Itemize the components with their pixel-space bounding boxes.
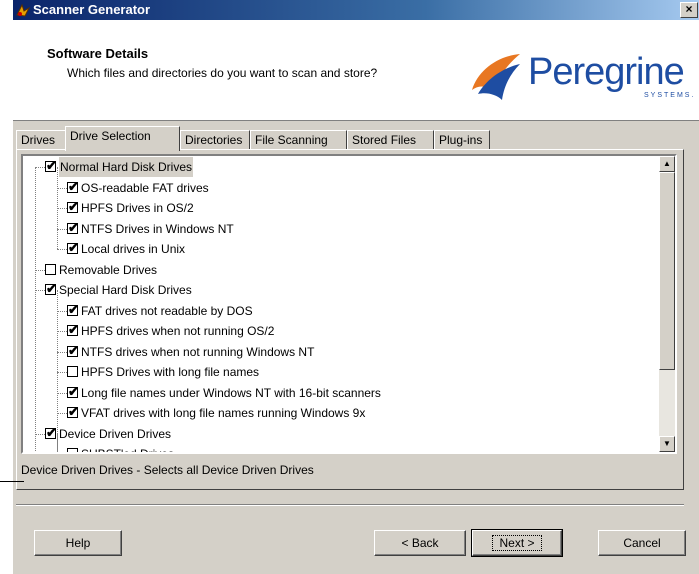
tree-connector [57,413,67,414]
tree-root-connector [35,167,36,452]
drive-tree[interactable]: Normal Hard Disk Drives OS-readable FAT d… [21,154,677,454]
tree-item-label: Normal Hard Disk Drives [59,157,194,177]
tree-connector [57,249,67,250]
drive-checkbox[interactable] [67,218,79,238]
tree-child-item[interactable]: HPFS drives when not running OS/2 [23,320,643,341]
next-button-label: Next > [492,535,542,551]
tree-connector [57,392,67,394]
tree-connector [57,310,67,312]
title-bar[interactable]: Scanner Generator × [13,0,699,20]
tree-item-label: SUBST'ed Drives [81,444,174,452]
tree-parent-item[interactable]: Normal Hard Disk Drives [23,156,643,177]
logo-tagline: SYSTEMS. [644,92,696,99]
scroll-down-icon[interactable]: ▼ [659,436,675,452]
drive-checkbox[interactable] [67,402,79,422]
drive-checkbox[interactable] [45,263,56,275]
tree-parent-item[interactable]: Removable Drives [23,260,643,280]
tree-item-label: Device Driven Drives [59,426,172,441]
separator [16,504,684,506]
drive-checkbox[interactable] [67,341,79,361]
wizard-header: Software Details Which files and directo… [13,20,699,121]
tree-item-label: Local drives in Unix [81,242,186,256]
close-button[interactable]: × [680,2,698,18]
page-title: Software Details [47,46,149,61]
back-button-label: < Back [401,536,439,550]
tree-connector [35,269,45,271]
tree-child-item[interactable]: FAT drives not readable by DOS [23,300,643,321]
scroll-up-icon[interactable]: ▲ [659,156,675,172]
tree-parent-item[interactable]: Special Hard Disk Drives [23,279,643,300]
peregrine-swoosh-icon [472,54,520,100]
tab-stored-files[interactable]: Stored Files [347,130,434,150]
tree-item-label: HPFS Drives in OS/2 [81,201,194,215]
drive-checkbox[interactable] [67,320,79,340]
drive-checkbox[interactable] [67,300,79,320]
vertical-scrollbar[interactable]: ▲ ▼ [659,156,675,452]
drive-checkbox[interactable] [45,423,57,443]
help-button-label: Help [65,536,91,550]
tree-parent-item[interactable]: Device Driven Drives [23,423,643,444]
cancel-button[interactable]: Cancel [598,530,686,556]
drive-checkbox[interactable] [67,366,78,377]
tree-item-label: NTFS Drives in Windows NT [81,221,234,236]
tab-file-scanning[interactable]: File Scanning [250,130,347,150]
tree-item-label: HPFS drives when not running OS/2 [81,324,275,338]
app-icon [16,3,31,17]
tab-directories[interactable]: Directories [180,130,250,150]
tree-item-label: Long file names under Windows NT with 16… [81,385,381,400]
tree-item-label: VFAT drives with long file names running… [81,406,366,420]
tree-connector [35,290,45,291]
tree-branch-connector [57,167,58,249]
logo-wordmark: Peregrine [528,51,685,93]
tree-item-label: NTFS drives when not running Windows NT [81,344,315,359]
status-description: Device Driven Drives - Selects all Devic… [21,463,314,477]
tree-connector [57,351,67,353]
tree-connector [57,372,67,373]
tree-connector [57,208,67,209]
help-button[interactable]: Help [34,530,122,556]
tree-branch-connector [57,290,58,452]
drive-checkbox[interactable] [45,279,57,299]
tree-child-item[interactable]: Local drives in Unix [23,238,643,259]
drive-checkbox[interactable] [67,177,79,197]
tree-item-label: FAT drives not readable by DOS [81,303,253,318]
drive-tree-items: Normal Hard Disk Drives OS-readable FAT d… [23,156,659,452]
tree-child-item[interactable]: HPFS Drives in OS/2 [23,197,643,218]
cancel-button-label: Cancel [623,536,661,550]
tree-child-item[interactable]: NTFS Drives in Windows NT [23,218,643,239]
drive-checkbox[interactable] [67,197,79,217]
tree-branch-connector [57,433,58,452]
tab-plug-ins[interactable]: Plug-ins [434,130,490,150]
tree-connector [35,167,45,168]
peregrine-logo: Peregrine SYSTEMS. [468,50,698,102]
tree-item-label: HPFS Drives with long file names [81,365,260,379]
next-button[interactable]: Next > [471,529,563,557]
tree-child-item[interactable]: NTFS drives when not running Windows NT [23,341,643,362]
scroll-thumb[interactable] [659,172,675,370]
page-subtitle: Which files and directories do you want … [67,66,378,80]
tree-child-item[interactable]: OS-readable FAT drives [23,177,643,198]
window-title: Scanner Generator [33,2,151,17]
tree-item-label: OS-readable FAT drives [81,180,209,195]
drive-checkbox[interactable] [45,156,57,176]
tree-connector [57,228,67,230]
tree-connector [57,331,67,332]
tab-drives[interactable]: Drives [16,130,66,150]
tree-item-label: Special Hard Disk Drives [59,283,192,297]
tree-item-label: Removable Drives [59,262,158,277]
tree-child-item[interactable]: HPFS Drives with long file names [23,362,643,382]
drive-checkbox[interactable] [67,238,79,258]
tree-child-item[interactable]: SUBST'ed Drives [23,444,643,452]
callout-line [0,481,24,482]
tree-connector [35,433,45,435]
drive-checkbox[interactable] [67,448,78,452]
tab-drive-selection[interactable]: Drive Selection [65,126,180,151]
tree-child-item[interactable]: Long file names under Windows NT with 16… [23,382,643,403]
tree-child-item[interactable]: VFAT drives with long file names running… [23,402,643,423]
back-button[interactable]: < Back [374,530,466,556]
drive-checkbox[interactable] [67,382,79,402]
tree-connector [57,187,67,189]
